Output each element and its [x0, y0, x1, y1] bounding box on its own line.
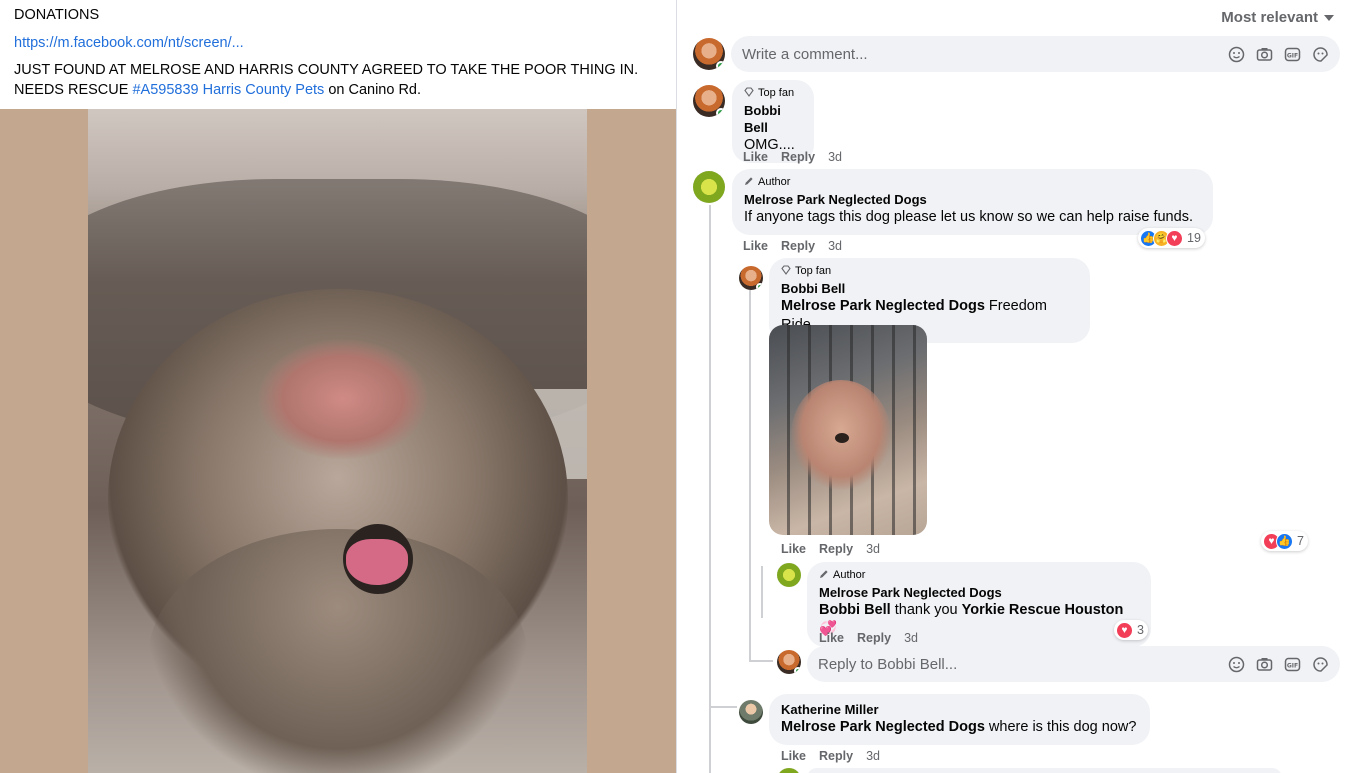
- post-photo[interactable]: [88, 109, 587, 773]
- author-badge: Author: [744, 176, 1201, 188]
- thread-line: [761, 566, 763, 618]
- pencil-icon: [744, 176, 754, 189]
- gif-icon[interactable]: GIF: [1284, 46, 1301, 63]
- reply-actions: Like Reply 3d: [819, 631, 918, 645]
- avatar[interactable]: [777, 650, 801, 674]
- diamond-icon: [781, 264, 791, 278]
- online-dot: [794, 667, 801, 674]
- avatar[interactable]: [777, 768, 801, 773]
- svg-text:GIF: GIF: [1287, 52, 1298, 59]
- reply-time[interactable]: 3d: [866, 542, 880, 556]
- online-dot: [716, 108, 725, 117]
- like-button[interactable]: Like: [781, 542, 806, 556]
- reply-photo[interactable]: [769, 325, 927, 535]
- hashtag-link[interactable]: #A595839: [132, 82, 198, 98]
- reaction-count: 7: [1297, 534, 1304, 548]
- reply-button[interactable]: Reply: [819, 542, 853, 556]
- avatar[interactable]: [739, 700, 763, 724]
- camera-icon[interactable]: [1256, 46, 1273, 63]
- reply-text: Melrose Park Neglected Dogs where is thi…: [781, 719, 1137, 735]
- mention-tag[interactable]: Bobbi Bell: [819, 602, 891, 618]
- sticker-icon[interactable]: [1312, 656, 1329, 673]
- mention-tag[interactable]: Yorkie Rescue Houston: [962, 602, 1124, 618]
- svg-text:GIF: GIF: [1287, 662, 1298, 669]
- thread-line: [749, 290, 751, 662]
- online-dot: [716, 61, 725, 70]
- like-button[interactable]: Like: [781, 749, 806, 763]
- like-reaction-icon: 👍: [1276, 532, 1293, 550]
- comment-author[interactable]: Bobbi Bell: [744, 102, 802, 136]
- diamond-icon: [744, 86, 754, 100]
- mention-tag[interactable]: Melrose Park Neglected Dogs: [781, 298, 985, 314]
- reply-author[interactable]: Bobbi Bell: [781, 280, 1078, 297]
- sort-label: Most relevant: [1221, 9, 1318, 26]
- comment-input[interactable]: Write a comment...: [742, 46, 1228, 63]
- post-body-end: on Canino Rd.: [324, 82, 422, 98]
- reply-bubble: [807, 768, 1282, 773]
- reaction-count: 19: [1187, 231, 1201, 245]
- avatar[interactable]: [777, 563, 801, 587]
- pencil-icon: [819, 569, 829, 582]
- post-line-donations: DONATIONS: [14, 7, 100, 23]
- post-pane: DONATIONS https://m.facebook.com/nt/scre…: [0, 0, 676, 773]
- mention-tag[interactable]: Melrose Park Neglected Dogs: [781, 719, 985, 735]
- sticker-icon[interactable]: [1312, 46, 1329, 63]
- reply-author[interactable]: Melrose Park Neglected Dogs: [819, 584, 1139, 601]
- comment-text: If anyone tags this dog please let us kn…: [744, 209, 1193, 225]
- caret-down-icon: [1324, 14, 1334, 21]
- love-reaction-icon: ♥: [1116, 621, 1133, 639]
- comment-actions: Like Reply 3d: [743, 150, 842, 164]
- avatar[interactable]: [739, 266, 763, 290]
- reaction-summary[interactable]: ♥ 👍 7: [1261, 531, 1308, 551]
- comment-author[interactable]: Melrose Park Neglected Dogs: [744, 191, 1201, 208]
- reply-author[interactable]: Katherine Miller: [781, 701, 1138, 718]
- comments-pane: Most relevant Write a comment... GIF Top…: [677, 0, 1356, 773]
- author-badge: Author: [819, 569, 1139, 581]
- avatar[interactable]: [693, 38, 725, 70]
- top-fan-badge: Top fan: [744, 86, 802, 100]
- reply-composer[interactable]: Reply to Bobbi Bell... GIF: [807, 646, 1340, 682]
- thread-line: [709, 706, 737, 708]
- comment-actions: Like Reply 3d: [743, 239, 842, 253]
- online-dot: [756, 283, 763, 290]
- like-button[interactable]: Like: [743, 150, 768, 164]
- reaction-summary[interactable]: ♥ 3: [1114, 620, 1148, 640]
- reaction-summary[interactable]: 👍 🤗 ♥ 19: [1138, 228, 1205, 248]
- reply-button[interactable]: Reply: [781, 239, 815, 253]
- comment-time[interactable]: 3d: [828, 150, 842, 164]
- camera-icon[interactable]: [1256, 656, 1273, 673]
- post-text: DONATIONS https://m.facebook.com/nt/scre…: [14, 5, 664, 100]
- sort-dropdown[interactable]: Most relevant: [1221, 9, 1334, 26]
- avatar[interactable]: [693, 85, 725, 117]
- gif-icon[interactable]: GIF: [1284, 656, 1301, 673]
- top-fan-badge: Top fan: [781, 264, 1078, 278]
- love-reaction-icon: ♥: [1166, 229, 1183, 247]
- reply-time[interactable]: 3d: [904, 631, 918, 645]
- reply-bubble: Katherine Miller Melrose Park Neglected …: [769, 694, 1150, 745]
- reaction-count: 3: [1137, 623, 1144, 637]
- post-link[interactable]: https://m.facebook.com/nt/screen/...: [14, 35, 244, 51]
- like-button[interactable]: Like: [743, 239, 768, 253]
- avatar[interactable]: [693, 171, 725, 203]
- reply-input[interactable]: Reply to Bobbi Bell...: [818, 656, 1228, 673]
- reply-time[interactable]: 3d: [866, 749, 880, 763]
- reply-actions: Like Reply 3d: [781, 542, 880, 556]
- reply-button[interactable]: Reply: [857, 631, 891, 645]
- mention-link[interactable]: Harris County Pets: [203, 82, 325, 98]
- comment-composer[interactable]: Write a comment... GIF: [731, 36, 1340, 72]
- comment-time[interactable]: 3d: [828, 239, 842, 253]
- comment-bubble: Author Melrose Park Neglected Dogs If an…: [732, 169, 1213, 235]
- emoji-icon[interactable]: [1228, 46, 1245, 63]
- reply-actions: Like Reply 3d: [781, 749, 880, 763]
- thread-line: [749, 660, 773, 662]
- like-button[interactable]: Like: [819, 631, 844, 645]
- reply-button[interactable]: Reply: [781, 150, 815, 164]
- emoji-icon[interactable]: [1228, 656, 1245, 673]
- thread-line: [709, 205, 711, 773]
- reply-button[interactable]: Reply: [819, 749, 853, 763]
